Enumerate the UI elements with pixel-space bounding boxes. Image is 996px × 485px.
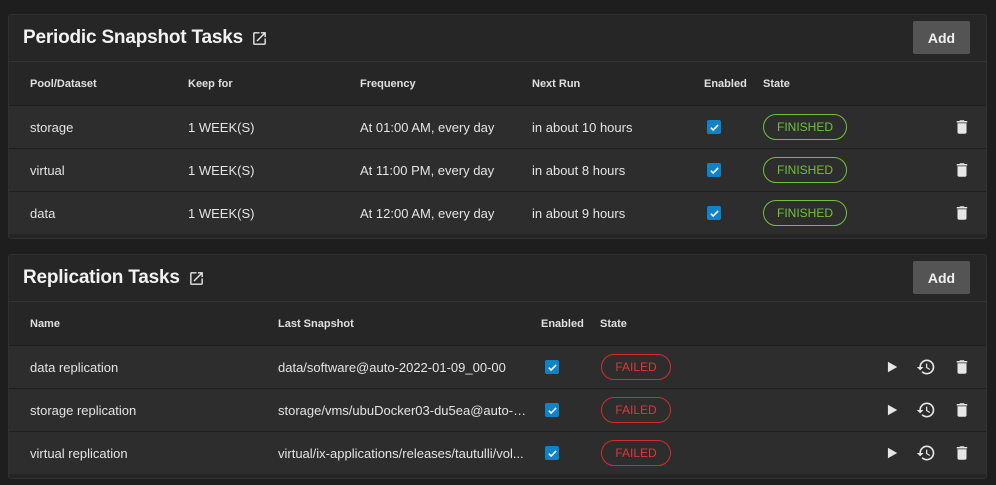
delete-button[interactable] [951,346,973,388]
delete-button[interactable] [951,389,973,431]
last-snapshot-cell: data/software@auto-2022-01-09_00-00 [278,346,530,388]
last-snapshot-text: data/software@auto-2022-01-09_00-00 [278,359,506,375]
next-run-cell: in about 9 hours [532,205,626,221]
table-row[interactable]: data replication data/software@auto-2022… [9,345,986,388]
history-icon [915,356,937,378]
name-cell: data replication [30,359,119,375]
add-snapshot-task-button[interactable]: Add [913,21,970,54]
check-icon [707,206,721,220]
run-now-button[interactable] [881,389,903,431]
table-header: Name Last Snapshot Enabled State [9,301,986,345]
column-header-keep[interactable]: Keep for [188,78,233,90]
delete-button[interactable] [951,106,973,148]
check-icon [707,163,721,177]
keep-cell: 1 WEEK(S) [188,119,255,135]
play-icon [881,399,903,421]
column-header-state[interactable]: State [763,78,790,90]
open-in-new-icon[interactable] [188,270,205,287]
last-snapshot-cell: storage/vms/ubuDocker03-du5ea@auto-2... [278,389,530,431]
card-footer [9,474,986,478]
status-badge[interactable]: FINISHED [763,114,847,140]
add-replication-task-button[interactable]: Add [913,261,970,294]
state-cell: FAILED [601,346,671,388]
enabled-checkbox[interactable] [707,149,721,191]
enabled-checkbox[interactable] [545,346,559,388]
table-row[interactable]: virtual replication virtual/ix-applicati… [9,431,986,474]
state-cell: FINISHED [763,106,847,148]
periodic-snapshot-card: Periodic Snapshot Tasks Add Pool/Dataset… [8,14,987,239]
trash-icon [951,159,973,181]
replication-tasks-card: Replication Tasks Add Name Last Snapshot… [8,254,987,479]
column-header-last-snapshot[interactable]: Last Snapshot [278,318,354,330]
play-icon [881,356,903,378]
check-icon [545,360,559,374]
frequency-cell: At 01:00 AM, every day [360,119,495,135]
status-badge[interactable]: FINISHED [763,157,847,183]
enabled-checkbox[interactable] [545,432,559,474]
card-title: Replication Tasks [23,267,180,288]
table-row[interactable]: storage 1 WEEK(S) At 01:00 AM, every day… [9,105,986,148]
restore-button[interactable] [915,432,937,474]
pool-cell: storage [30,119,74,135]
column-header-name[interactable]: Name [30,318,60,330]
delete-button[interactable] [951,432,973,474]
card-title: Periodic Snapshot Tasks [23,27,243,48]
last-snapshot-text: virtual/ix-applications/releases/tautull… [278,445,524,461]
column-header-pool[interactable]: Pool/Dataset [30,78,97,90]
history-icon [915,399,937,421]
frequency-cell: At 12:00 AM, every day [360,205,495,221]
column-header-enabled[interactable]: Enabled [704,78,747,90]
keep-cell: 1 WEEK(S) [188,205,255,221]
enabled-checkbox[interactable] [545,389,559,431]
table-row[interactable]: virtual 1 WEEK(S) At 11:00 PM, every day… [9,148,986,191]
run-now-button[interactable] [881,432,903,474]
column-header-next-run[interactable]: Next Run [532,78,580,90]
check-icon [545,446,559,460]
open-in-new-icon[interactable] [251,30,268,47]
trash-icon [951,442,973,464]
state-cell: FINISHED [763,192,847,234]
state-cell: FAILED [601,432,671,474]
state-cell: FINISHED [763,149,847,191]
pool-cell: data [30,205,56,221]
table-row[interactable]: storage replication storage/vms/ubuDocke… [9,388,986,431]
last-snapshot-text: storage/vms/ubuDocker03-du5ea@auto-2... [278,402,530,418]
pool-cell: virtual [30,162,65,178]
restore-button[interactable] [915,346,937,388]
check-icon [545,403,559,417]
restore-button[interactable] [915,389,937,431]
column-header-frequency[interactable]: Frequency [360,78,416,90]
card-footer [9,234,986,238]
table-row[interactable]: data 1 WEEK(S) At 12:00 AM, every day in… [9,191,986,234]
state-cell: FAILED [601,389,671,431]
status-badge[interactable]: FAILED [601,440,671,466]
card-header: Periodic Snapshot Tasks Add [9,15,986,61]
status-badge[interactable]: FINISHED [763,200,847,226]
history-icon [915,442,937,464]
column-header-state[interactable]: State [600,318,627,330]
trash-icon [951,116,973,138]
status-badge[interactable]: FAILED [601,354,671,380]
enabled-checkbox[interactable] [707,106,721,148]
delete-button[interactable] [951,192,973,234]
trash-icon [951,202,973,224]
enabled-checkbox[interactable] [707,192,721,234]
run-now-button[interactable] [881,346,903,388]
play-icon [881,442,903,464]
next-run-cell: in about 10 hours [532,119,633,135]
name-cell: virtual replication [30,445,128,461]
check-icon [707,120,721,134]
trash-icon [951,356,973,378]
column-header-enabled[interactable]: Enabled [541,318,584,330]
next-run-cell: in about 8 hours [532,162,626,178]
delete-button[interactable] [951,149,973,191]
trash-icon [951,399,973,421]
name-cell: storage replication [30,402,137,418]
card-header: Replication Tasks Add [9,255,986,301]
last-snapshot-cell: virtual/ix-applications/releases/tautull… [278,432,530,474]
table-header: Pool/Dataset Keep for Frequency Next Run… [9,61,986,105]
keep-cell: 1 WEEK(S) [188,162,255,178]
frequency-cell: At 11:00 PM, every day [360,162,495,178]
status-badge[interactable]: FAILED [601,397,671,423]
